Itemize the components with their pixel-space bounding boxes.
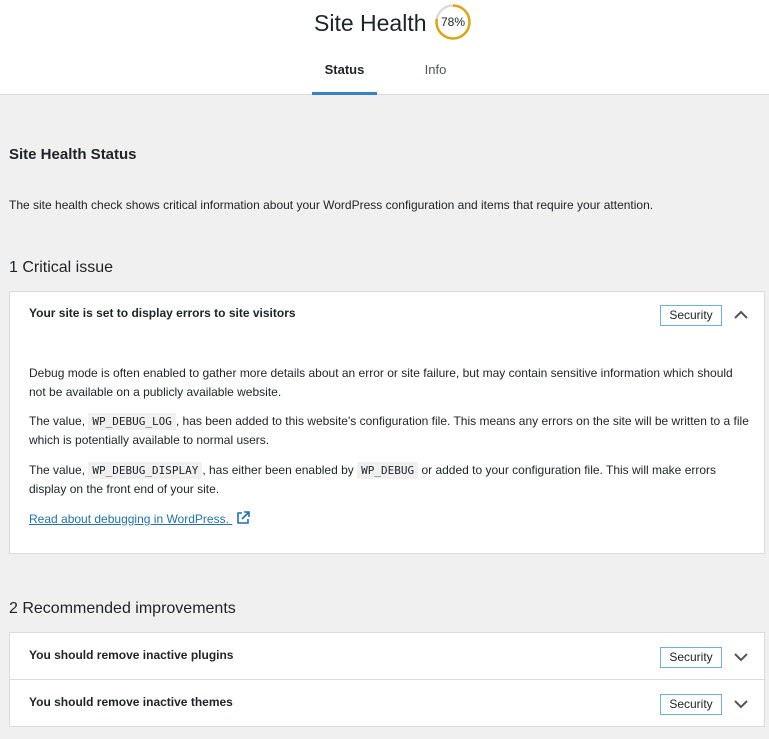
text: , has either been enabled by <box>202 463 358 477</box>
text: The value, <box>29 463 89 477</box>
chevron-up-icon[interactable] <box>732 306 750 324</box>
external-link-icon <box>236 511 251 528</box>
text: The value, <box>29 414 89 428</box>
security-badge: Security <box>660 647 722 668</box>
recommended-item-inactive-themes[interactable]: You should remove inactive themes Securi… <box>9 679 765 727</box>
health-score-value: 78% <box>440 15 466 29</box>
critical-issues-heading: 1 Critical issue <box>9 259 114 276</box>
debugging-link-text: Read about debugging in WordPress. <box>29 512 229 526</box>
tab-status-label: Status <box>324 62 365 77</box>
item-title: You should remove inactive plugins <box>29 648 234 662</box>
debugging-link[interactable]: Read about debugging in WordPress. <box>29 511 251 528</box>
security-badge: Security <box>660 694 722 715</box>
section-description: The site health check shows critical inf… <box>9 198 654 212</box>
code-wp-debug-display: WP_DEBUG_DISPLAY <box>88 462 203 479</box>
security-badge: Security <box>660 305 722 326</box>
critical-issue-panel: Your site is set to display errors to si… <box>9 291 765 554</box>
issue-paragraph-3: The value, WP_DEBUG_DISPLAY, has either … <box>29 461 749 499</box>
tab-info[interactable]: Info <box>403 62 468 95</box>
recommended-improvements-heading: 2 Recommended improvements <box>9 600 236 617</box>
issue-description: Debug mode is often enabled to gather mo… <box>29 364 749 402</box>
chevron-down-icon[interactable] <box>732 648 750 666</box>
issue-paragraph-1: Debug mode is often enabled to gather mo… <box>29 366 733 399</box>
chevron-down-icon[interactable] <box>732 695 750 713</box>
recommended-item-inactive-plugins[interactable]: You should remove inactive plugins Secur… <box>9 632 765 680</box>
issue-paragraph-2: The value, WP_DEBUG_LOG, has been added … <box>29 412 749 450</box>
site-health-header: Site Health 78% Status Info <box>0 0 769 95</box>
code-wp-debug: WP_DEBUG <box>357 462 419 479</box>
item-title: You should remove inactive themes <box>29 695 233 709</box>
issue-title[interactable]: Your site is set to display errors to si… <box>29 306 296 320</box>
health-score-indicator: 78% <box>434 3 472 41</box>
code-wp-debug-log: WP_DEBUG_LOG <box>88 413 176 430</box>
title-area: Site Health 78% <box>0 0 769 50</box>
page-title: Site Health <box>314 10 427 36</box>
tab-info-label: Info <box>424 62 447 77</box>
tab-status[interactable]: Status <box>312 62 377 95</box>
section-title: Site Health Status <box>9 146 137 163</box>
